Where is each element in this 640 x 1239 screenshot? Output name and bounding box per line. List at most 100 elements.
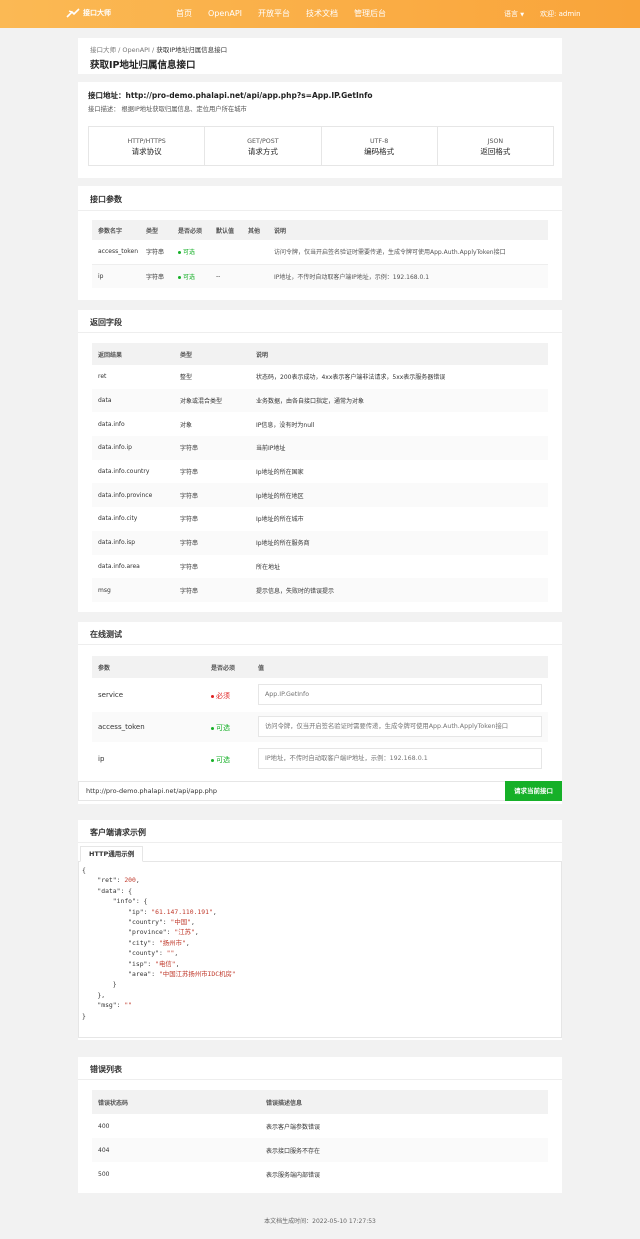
api-desc-label: 接口描述： <box>88 106 120 113</box>
param-default <box>216 240 248 264</box>
table-row: 500 表示服务端内部错误 <box>92 1162 548 1186</box>
params-th-other: 其他 <box>248 227 261 235</box>
test-required-text: 可选 <box>216 756 230 764</box>
return-desc: Ip地址的所在地区 <box>256 492 304 500</box>
test-header-row: 参数 是否必须 值 <box>92 656 548 678</box>
table-row: msg 字符串 提示信息，失败时的错误提示 <box>92 578 548 602</box>
returns-title: 返回字段 <box>90 318 122 327</box>
errors-th-desc: 错误描述信息 <box>266 1099 303 1107</box>
param-type: 字符串 <box>146 273 165 281</box>
ip-input[interactable] <box>258 748 542 769</box>
return-type: 字符串 <box>180 587 199 595</box>
test-th-value: 值 <box>258 665 265 672</box>
error-code: 400 <box>98 1122 110 1130</box>
nav-admin[interactable]: 管理后台 <box>354 0 386 28</box>
code-city: "扬州市" <box>158 938 186 947</box>
nav-platform[interactable]: 开放平台 <box>258 0 290 28</box>
example-divider <box>78 842 562 843</box>
api-desc-line: 接口描述： 根据IP地址获取归属信息、定位用户所在城市 <box>88 104 247 113</box>
errors-title: 错误列表 <box>90 1065 122 1074</box>
return-field: msg <box>98 586 111 594</box>
user-greeting[interactable]: 欢迎: admin <box>540 0 581 28</box>
param-default: -- <box>216 272 221 280</box>
nav-docs[interactable]: 技术文档 <box>306 0 338 28</box>
param-type: 字符串 <box>146 249 165 257</box>
table-row: data.info.city 字符串 Ip地址的所在城市 <box>92 507 548 531</box>
return-type: 整型 <box>180 374 193 382</box>
logo-text: 接口大师 <box>83 9 111 17</box>
params-divider <box>78 210 562 211</box>
code-province: "江苏" <box>174 928 195 937</box>
test-th-param: 参数 <box>98 665 111 672</box>
param-required: 可选 <box>178 264 216 288</box>
param-name: ip <box>98 272 104 280</box>
return-field: data.info.ip <box>98 444 132 452</box>
spec-method-value: GET/POST <box>247 138 279 145</box>
return-field: data.info.city <box>98 515 138 523</box>
submit-request-button[interactable]: 请求当前接口 <box>505 781 562 801</box>
test-param-name: service <box>98 691 124 699</box>
table-row: 404 表示接口服务不存在 <box>92 1138 548 1162</box>
breadcrumb-home[interactable]: 接口大师 <box>90 46 116 54</box>
return-desc: 当前IP地址 <box>256 445 286 453</box>
test-param-required: 可选 <box>211 723 230 733</box>
test-row-access-token: access_token 可选 <box>92 712 548 742</box>
param-desc: 访问令牌，仅当开启签名验证时需要传递，生成令牌可使用App.Auth.Apply… <box>274 249 506 257</box>
api-url-line: 接口地址：http://pro-demo.phalapi.net/api/app… <box>88 90 373 101</box>
table-row: data.info.isp 字符串 Ip地址的所在服务商 <box>92 530 548 555</box>
code-msg: "" <box>124 1001 133 1010</box>
test-card: 在线测试 参数 是否必须 值 service 必须 access_token 可… <box>78 622 562 804</box>
example-card: 客户端请求示例 HTTP通用示例 { "ret": 200, "data": {… <box>78 820 562 1040</box>
returns-th-type: 类型 <box>180 351 193 359</box>
return-type: 对象 <box>180 421 193 429</box>
test-row-service: service 必须 <box>92 680 548 710</box>
return-field: data.info.country <box>98 468 150 476</box>
params-header-row: 参数名字 类型 是否必须 默认值 其他 说明 <box>92 220 548 240</box>
test-row-ip: ip 可选 <box>92 744 548 774</box>
page-title: 获取IP地址归属信息接口 <box>90 60 196 71</box>
spec-protocol-value: HTTP/HTTPS <box>127 138 166 145</box>
returns-card: 返回字段 返回结果 类型 说明 ret 整型 状态码，200表示成功，4xx表示客户… <box>78 310 562 612</box>
table-row: data 对象或混合类型 业务数据，由各自接口指定，通常为对象 <box>92 388 548 413</box>
request-url-bar: 请求当前接口 <box>78 781 562 801</box>
param-required-text: 可选 <box>183 249 196 257</box>
access-token-input[interactable] <box>258 716 542 737</box>
nav-home[interactable]: 首页 <box>176 0 192 28</box>
error-desc: 表示服务端内部错误 <box>266 1171 321 1179</box>
return-type: 字符串 <box>180 516 199 524</box>
return-desc: 业务数据，由各自接口指定，通常为对象 <box>256 398 365 406</box>
site-logo[interactable]: 接口大师 <box>66 8 111 18</box>
return-type: 字符串 <box>180 492 199 500</box>
optional-dot-icon <box>178 275 181 279</box>
api-info-card: 接口地址：http://pro-demo.phalapi.net/api/app… <box>78 82 562 178</box>
param-other <box>248 264 274 288</box>
return-field: data.info <box>98 420 125 428</box>
spec-method-label: 请求方式 <box>247 147 278 156</box>
return-desc: 提示信息，失败时的错误提示 <box>256 587 335 595</box>
service-input[interactable] <box>258 684 542 705</box>
top-header: 接口大师 首页 OpenAPI 开放平台 技术文档 管理后台 语言 ▼ 欢迎: … <box>0 0 640 28</box>
test-param-required: 可选 <box>211 755 230 765</box>
example-tab-http[interactable]: HTTP通用示例 <box>80 846 144 862</box>
nav-openapi[interactable]: OpenAPI <box>208 0 242 28</box>
caret-down-icon: ▼ <box>520 12 525 18</box>
table-row: ret 整型 状态码，200表示成功，4xx表示客户端非法请求，5xx表示服务器错误 <box>92 365 548 389</box>
spec-grid: HTTP/HTTPS 请求协议 GET/POST 请求方式 UTF-8 编码格式… <box>88 126 554 166</box>
language-dropdown[interactable]: 语言 ▼ <box>504 0 524 29</box>
error-code: 500 <box>98 1170 110 1178</box>
errors-card: 错误列表 错误状态码 错误描述信息 400 表示客户端参数错误 404 表示接口服务… <box>78 1057 562 1193</box>
table-row: access_token 字符串 可选 访问令牌，仅当开启签名验证时需要传递，生… <box>92 240 548 264</box>
title-card: 接口大师 / OpenAPI / 获取IP地址归属信息接口 获取IP地址归属信息… <box>78 38 562 74</box>
code-isp: "电信" <box>155 959 176 968</box>
api-url-label: 接口地址： <box>88 91 126 100</box>
request-url-input[interactable] <box>79 782 505 800</box>
breadcrumb-openapi[interactable]: OpenAPI <box>122 46 150 54</box>
params-th-type: 类型 <box>146 227 159 235</box>
breadcrumb-current: 获取IP地址归属信息接口 <box>156 46 228 54</box>
example-title: 客户端请求示例 <box>90 828 146 837</box>
footer-timestamp: 本文档生成时间：2022-05-10 17:27:53 <box>264 1218 376 1225</box>
returns-th-field: 返回结果 <box>98 351 123 359</box>
spec-protocol: HTTP/HTTPS 请求协议 <box>89 127 206 165</box>
param-other <box>248 240 274 264</box>
return-desc: 状态码，200表示成功，4xx表示客户端非法请求，5xx表示服务器错误 <box>256 374 446 382</box>
